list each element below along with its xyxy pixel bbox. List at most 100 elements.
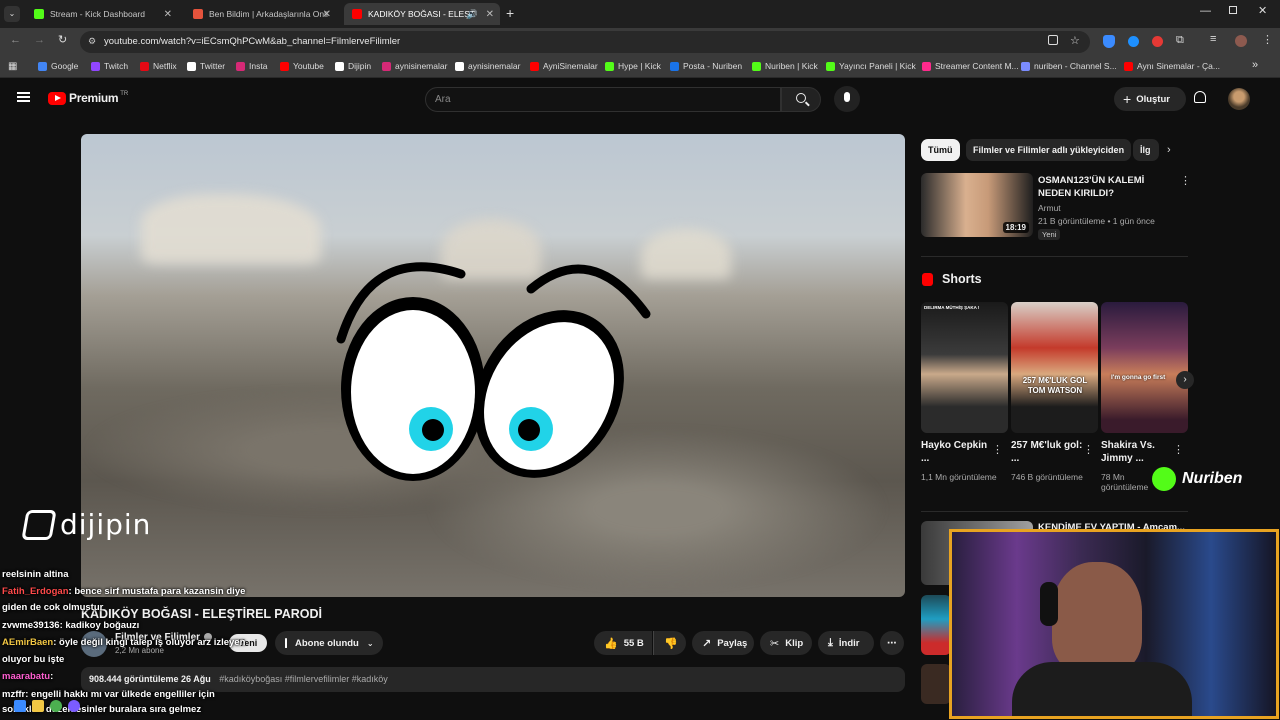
nuriben-brand: Nuriben xyxy=(1152,467,1242,491)
search-button[interactable] xyxy=(781,87,821,112)
search-input[interactable]: Ara xyxy=(425,87,781,112)
related-video-thumbnail[interactable]: 18:19 xyxy=(921,173,1033,237)
back-icon[interactable]: ← xyxy=(10,34,21,46)
more-actions-button[interactable]: ⋯ xyxy=(880,631,904,655)
chat-username[interactable]: Fatih_Erdogan xyxy=(2,586,69,597)
close-icon[interactable]: ✕ xyxy=(164,9,172,20)
create-button[interactable]: + Oluştur xyxy=(1114,87,1186,111)
shorts-icon xyxy=(922,273,933,286)
short-title[interactable]: 257 M€'luk gol: ... xyxy=(1011,439,1085,465)
minimize-icon[interactable]: — xyxy=(1200,5,1211,17)
chip-from-uploader[interactable]: Filmler ve Filimler adlı yükleyiciden xyxy=(966,139,1132,161)
bookmark-item[interactable]: Aynı Sinemalar - Ça... xyxy=(1124,61,1220,71)
short-menu-icon[interactable]: ⋮ xyxy=(1173,443,1184,456)
bookmark-star-icon[interactable]: ☆ xyxy=(1070,34,1080,47)
chat-username[interactable]: zvwme39136 xyxy=(2,620,60,631)
short-title[interactable]: Shakira Vs. Jimmy ... xyxy=(1101,439,1173,465)
avatar[interactable] xyxy=(1228,88,1250,110)
chat-username[interactable]: AEmirBaen xyxy=(2,637,53,648)
tab-youtube-video[interactable]: KADIKÖY BOĞASI - ELEŞTİ 🔊 ✕ xyxy=(344,3,500,25)
chevron-right-icon[interactable]: › xyxy=(1167,144,1171,156)
bookmark-item[interactable]: Google xyxy=(38,61,78,71)
bookmark-item[interactable]: Streamer Content M... xyxy=(922,61,1019,71)
dislike-button[interactable]: 👎 xyxy=(653,631,686,655)
extension-red-icon[interactable] xyxy=(1152,36,1163,47)
bookmark-item[interactable]: Nuriben | Kick xyxy=(752,61,818,71)
bookmark-item[interactable]: Hype | Kick xyxy=(605,61,661,71)
tab-search-icon[interactable]: ⌄ xyxy=(4,6,20,22)
subscribed-button[interactable]: Abone olundu ⌄ xyxy=(275,631,383,655)
bookmark-item[interactable]: Insta xyxy=(236,61,267,71)
bookmark-item[interactable]: AyniSinemalar xyxy=(530,61,598,71)
chip-all[interactable]: Tümü xyxy=(921,139,960,161)
chat-username[interactable]: mzffr xyxy=(2,689,25,700)
short-card[interactable]: DELIRMA MÜTHİŞ ŞAKA ! xyxy=(921,302,1008,433)
plus-icon: + xyxy=(1123,91,1132,107)
apps-grid-icon[interactable]: ▦ xyxy=(8,61,17,72)
speaker-icon[interactable]: 🔊 xyxy=(467,9,478,20)
extensions-puzzle-icon[interactable]: ⧉ xyxy=(1176,34,1184,47)
shorts-next-button[interactable]: › xyxy=(1176,371,1194,389)
chat-username[interactable]: maarabatu xyxy=(2,671,50,682)
like-button[interactable]: 👍 55 B xyxy=(594,631,652,655)
short-overlay-text: I'm gonna go first xyxy=(1111,374,1166,381)
restore-icon[interactable] xyxy=(1229,6,1237,14)
clip-button[interactable]: ✂ Klip xyxy=(760,631,812,655)
taskbar-app-icon[interactable] xyxy=(68,700,80,712)
brand-text: Nuriben xyxy=(1182,470,1243,487)
bookmarks-overflow-icon[interactable]: » xyxy=(1252,59,1258,71)
bookmark-item[interactable]: Dijipin xyxy=(335,61,371,71)
small-thumbnail[interactable] xyxy=(921,595,951,655)
bookmark-item[interactable]: aynisinemalar xyxy=(382,61,447,71)
profile-icon[interactable] xyxy=(1235,35,1247,47)
tab-kick-dashboard[interactable]: Stream - Kick Dashboard ✕ xyxy=(26,3,178,25)
bookmark-item[interactable]: aynisinemalar xyxy=(455,61,520,71)
video-player[interactable] xyxy=(81,134,905,597)
notifications-bell-icon[interactable] xyxy=(1194,91,1206,103)
chat-text: : bence sirf mustafa para kazansin diye xyxy=(68,586,246,597)
new-tab-icon[interactable]: + xyxy=(506,5,514,21)
taskbar-app-icon[interactable] xyxy=(50,700,62,712)
close-icon[interactable]: ✕ xyxy=(323,9,331,20)
short-menu-icon[interactable]: ⋮ xyxy=(992,443,1003,456)
bookmark-item[interactable]: Yayıncı Paneli | Kick xyxy=(826,61,916,71)
small-thumbnail[interactable] xyxy=(921,664,951,704)
short-card[interactable]: 257 M€'LUK GOL TOM WATSON xyxy=(1011,302,1098,433)
download-button[interactable]: ⤓ İndir xyxy=(818,631,874,655)
tab-ben-bildim[interactable]: Ben Bildim | Arkadaşlarınla Onli ✕ xyxy=(185,3,337,25)
taskbar-app-icon[interactable] xyxy=(32,700,44,712)
dijipin-logo-icon xyxy=(21,509,57,540)
hamburger-menu-icon[interactable] xyxy=(17,92,30,102)
install-app-icon[interactable] xyxy=(1048,35,1058,45)
bookmark-item[interactable]: Posta - Nuriben xyxy=(670,61,742,71)
bookmark-item[interactable]: Youtube xyxy=(280,61,324,71)
taskbar-app-icon[interactable] xyxy=(14,700,26,712)
share-button[interactable]: ↗ Paylaş xyxy=(692,631,754,655)
reload-icon[interactable]: ↻ xyxy=(58,33,67,46)
bookmark-item[interactable]: Twitch xyxy=(91,61,128,71)
site-info-icon[interactable]: ⚙ xyxy=(88,36,96,47)
bookmark-item[interactable]: Twitter xyxy=(187,61,225,71)
extension-shield-icon[interactable] xyxy=(1103,35,1115,48)
watermark-text: dijipin xyxy=(60,508,152,541)
bookmark-item[interactable]: Netflix xyxy=(140,61,177,71)
browser-menu-icon[interactable]: ⋮ xyxy=(1262,33,1273,46)
voice-search-button[interactable] xyxy=(834,86,860,112)
short-title[interactable]: Hayko Cepkin ... xyxy=(921,439,991,465)
short-menu-icon[interactable]: ⋮ xyxy=(1083,443,1094,456)
bookmark-label: Netflix xyxy=(153,61,177,71)
reading-list-icon[interactable]: ≡ xyxy=(1210,33,1216,45)
related-video-title[interactable]: OSMAN123'ÜN KALEMİ NEDEN KIRILDI? xyxy=(1038,174,1178,200)
extension-globe-icon[interactable] xyxy=(1128,36,1139,47)
window-close-icon[interactable]: ✕ xyxy=(1258,4,1267,17)
youtube-logo[interactable]: Premium TR xyxy=(48,91,128,105)
forward-icon[interactable]: → xyxy=(34,34,45,46)
short-card[interactable]: I'm gonna go first xyxy=(1101,302,1188,433)
chip-related[interactable]: İlg xyxy=(1133,139,1159,161)
address-bar[interactable]: ⚙ youtube.com/watch?v=iECsmQhPCwM&ab_cha… xyxy=(80,31,1090,53)
bookmark-item[interactable]: nuriben - Channel S... xyxy=(1021,61,1117,71)
close-icon[interactable]: ✕ xyxy=(486,9,494,20)
chat-text: giden de cok olmustur xyxy=(2,602,104,613)
related-video-menu-icon[interactable]: ⋮ xyxy=(1180,174,1191,187)
game-icon xyxy=(193,9,203,19)
